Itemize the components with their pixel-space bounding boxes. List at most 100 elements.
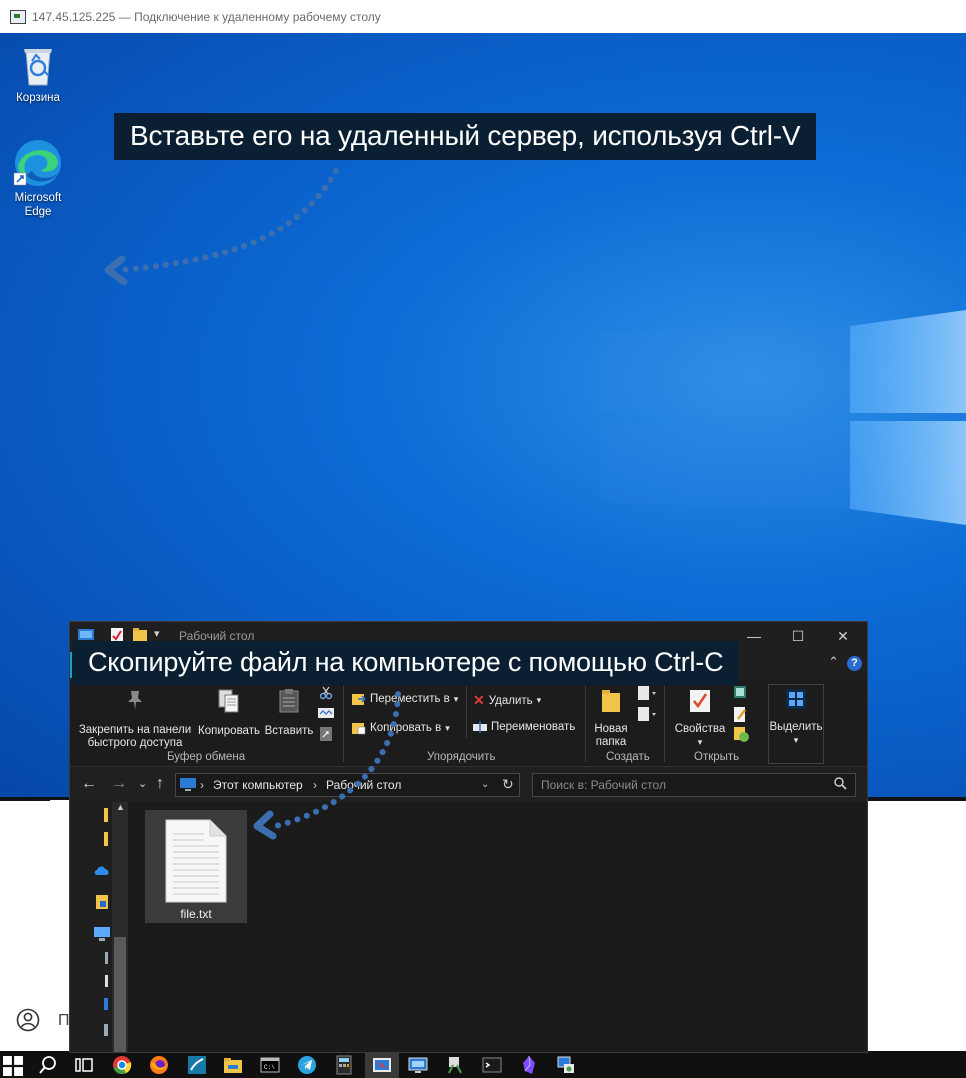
move-to-button[interactable]: Переместить в ▾ [352, 692, 458, 706]
forward-icon[interactable]: → [111, 775, 127, 793]
paste-label: Вставить [264, 725, 314, 737]
drive-icon[interactable] [104, 1024, 108, 1036]
new-folder-quick-icon[interactable] [133, 628, 147, 642]
copy-button[interactable]: Копировать [196, 688, 262, 738]
local-taskbar: C:\ [0, 1051, 966, 1078]
collapse-ribbon-icon[interactable]: ⌃ [828, 654, 839, 670]
file-item[interactable]: file.txt [145, 810, 247, 923]
search-icon[interactable] [38, 1055, 58, 1075]
properties-button[interactable]: Свойства ▾ [670, 688, 730, 749]
rdp-icon[interactable] [408, 1055, 428, 1075]
address-dropdown-icon[interactable]: ⌄ [481, 779, 489, 790]
breadcrumb-separator: › [200, 778, 204, 792]
file-explorer-window[interactable]: ▾ Рабочий стол — ☐ ✕ ⌃ ? Закрепить на па… [69, 621, 868, 1053]
rename-icon [473, 721, 487, 733]
this-pc-nav-icon[interactable] [94, 927, 110, 941]
copy-to-icon [352, 723, 366, 735]
search-input[interactable]: Поиск в: Рабочий стол [532, 773, 856, 797]
file-list-pane[interactable]: file.txt [128, 802, 867, 1052]
copy-path-icon[interactable] [318, 707, 334, 719]
new-folder-icon [602, 690, 620, 712]
wireshark-icon[interactable] [187, 1055, 207, 1075]
properties-label: Свойства [674, 723, 726, 735]
rdp-title-text: 147.45.125.225 — Подключение к удаленном… [32, 9, 381, 24]
svg-text:C:\: C:\ [264, 1064, 275, 1071]
quick-access-dropdown-icon[interactable]: ▾ [154, 627, 160, 640]
pin-icon [128, 691, 142, 710]
new-folder-button[interactable]: Новая папка [590, 688, 632, 749]
select-all-icon [786, 689, 806, 709]
obsidian-icon[interactable] [519, 1055, 539, 1075]
close-button[interactable]: ✕ [825, 626, 861, 646]
cmd-icon[interactable]: C:\ [260, 1055, 280, 1075]
rdp-window-icon [10, 9, 26, 24]
search-icon [834, 777, 847, 790]
terminal-icon[interactable] [482, 1055, 502, 1075]
delete-label: Удалить [488, 694, 533, 707]
search-placeholder: Поиск в: Рабочий стол [541, 778, 666, 792]
group-organize-label: Упорядочить [427, 751, 496, 763]
drive-icon[interactable] [105, 952, 108, 964]
new-item-icon[interactable] [638, 686, 656, 700]
history-icon[interactable] [734, 727, 750, 743]
select-label: Выделить [769, 721, 823, 733]
scroll-up-icon[interactable]: ▲ [116, 802, 125, 812]
telegram-icon[interactable] [297, 1055, 317, 1075]
rename-label: Переименовать [491, 721, 576, 733]
minimize-button[interactable]: — [736, 626, 772, 646]
pin-label: Закрепить на панели быстрого доступа [78, 724, 192, 749]
edit-icon[interactable] [734, 707, 748, 723]
new-folder-label: Новая папка [594, 723, 628, 748]
paste-button[interactable]: Вставить [263, 688, 315, 738]
quick-access-folder-icon[interactable] [104, 808, 108, 822]
callout-copy: Скопируйте файл на компьютере с помощью … [72, 641, 740, 685]
user-account-icon[interactable] [16, 1008, 40, 1032]
user-name-partial: П [58, 1012, 70, 1029]
help-icon[interactable]: ? [847, 656, 862, 671]
breadcrumb-desktop[interactable]: Рабочий стол [326, 778, 401, 792]
move-to-icon [352, 694, 366, 705]
ribbon-separator [343, 684, 344, 762]
paste-shortcut-icon[interactable] [320, 727, 332, 741]
explorer-app-icon [78, 629, 94, 640]
navigation-pane[interactable]: ▲ [70, 802, 128, 1052]
back-icon[interactable]: ← [81, 775, 97, 793]
network-tool-icon[interactable] [445, 1055, 465, 1075]
group-open-label: Открыть [694, 751, 740, 763]
rdp-title-bar: 147.45.125.225 — Подключение к удаленном… [0, 0, 966, 34]
downloads-icon[interactable] [104, 998, 108, 1010]
drive-icon[interactable] [105, 975, 108, 987]
ribbon-separator [466, 686, 467, 738]
easy-access-icon[interactable] [638, 707, 656, 721]
delete-icon: ✕ [473, 692, 485, 708]
snipping-tool-icon[interactable] [372, 1055, 392, 1075]
task-view-icon[interactable] [74, 1055, 94, 1075]
cut-icon[interactable] [319, 686, 333, 700]
up-icon[interactable]: ↑ [156, 775, 164, 793]
delete-button[interactable]: ✕ Удалить ▾ [473, 692, 541, 709]
pin-to-quick-access-button[interactable]: Закрепить на панели быстрого доступа [76, 688, 194, 750]
open-icon[interactable] [734, 686, 752, 700]
remote-desktop-manager-icon[interactable] [556, 1055, 576, 1075]
calculator-icon[interactable] [334, 1055, 354, 1075]
firefox-icon[interactable] [149, 1055, 169, 1075]
maximize-button[interactable]: ☐ [780, 626, 816, 646]
nav-scrollbar-thumb[interactable] [114, 937, 126, 1052]
select-button[interactable]: Выделить ▾ [768, 688, 824, 747]
chrome-icon[interactable] [112, 1055, 132, 1075]
windows-start-icon[interactable] [3, 1056, 23, 1076]
copy-to-button[interactable]: Копировать в ▾ [352, 721, 450, 735]
ribbon-separator [585, 684, 586, 762]
copy-label: Копировать [198, 725, 260, 737]
refresh-icon[interactable]: ↻ [502, 776, 514, 793]
breadcrumb-separator: › [313, 778, 317, 792]
rename-button[interactable]: Переименовать [473, 721, 575, 733]
documents-icon[interactable] [96, 895, 108, 909]
folder-icon[interactable] [223, 1055, 243, 1075]
onedrive-icon[interactable] [94, 865, 110, 875]
folder-icon[interactable] [104, 832, 108, 846]
properties-quick-icon[interactable] [111, 628, 123, 642]
breadcrumb-this-pc[interactable]: Этот компьютер [213, 778, 303, 792]
address-bar[interactable]: › Этот компьютер › Рабочий стол ⌄ ↻ [175, 773, 520, 797]
recent-locations-icon[interactable]: ⌄ [138, 777, 147, 790]
